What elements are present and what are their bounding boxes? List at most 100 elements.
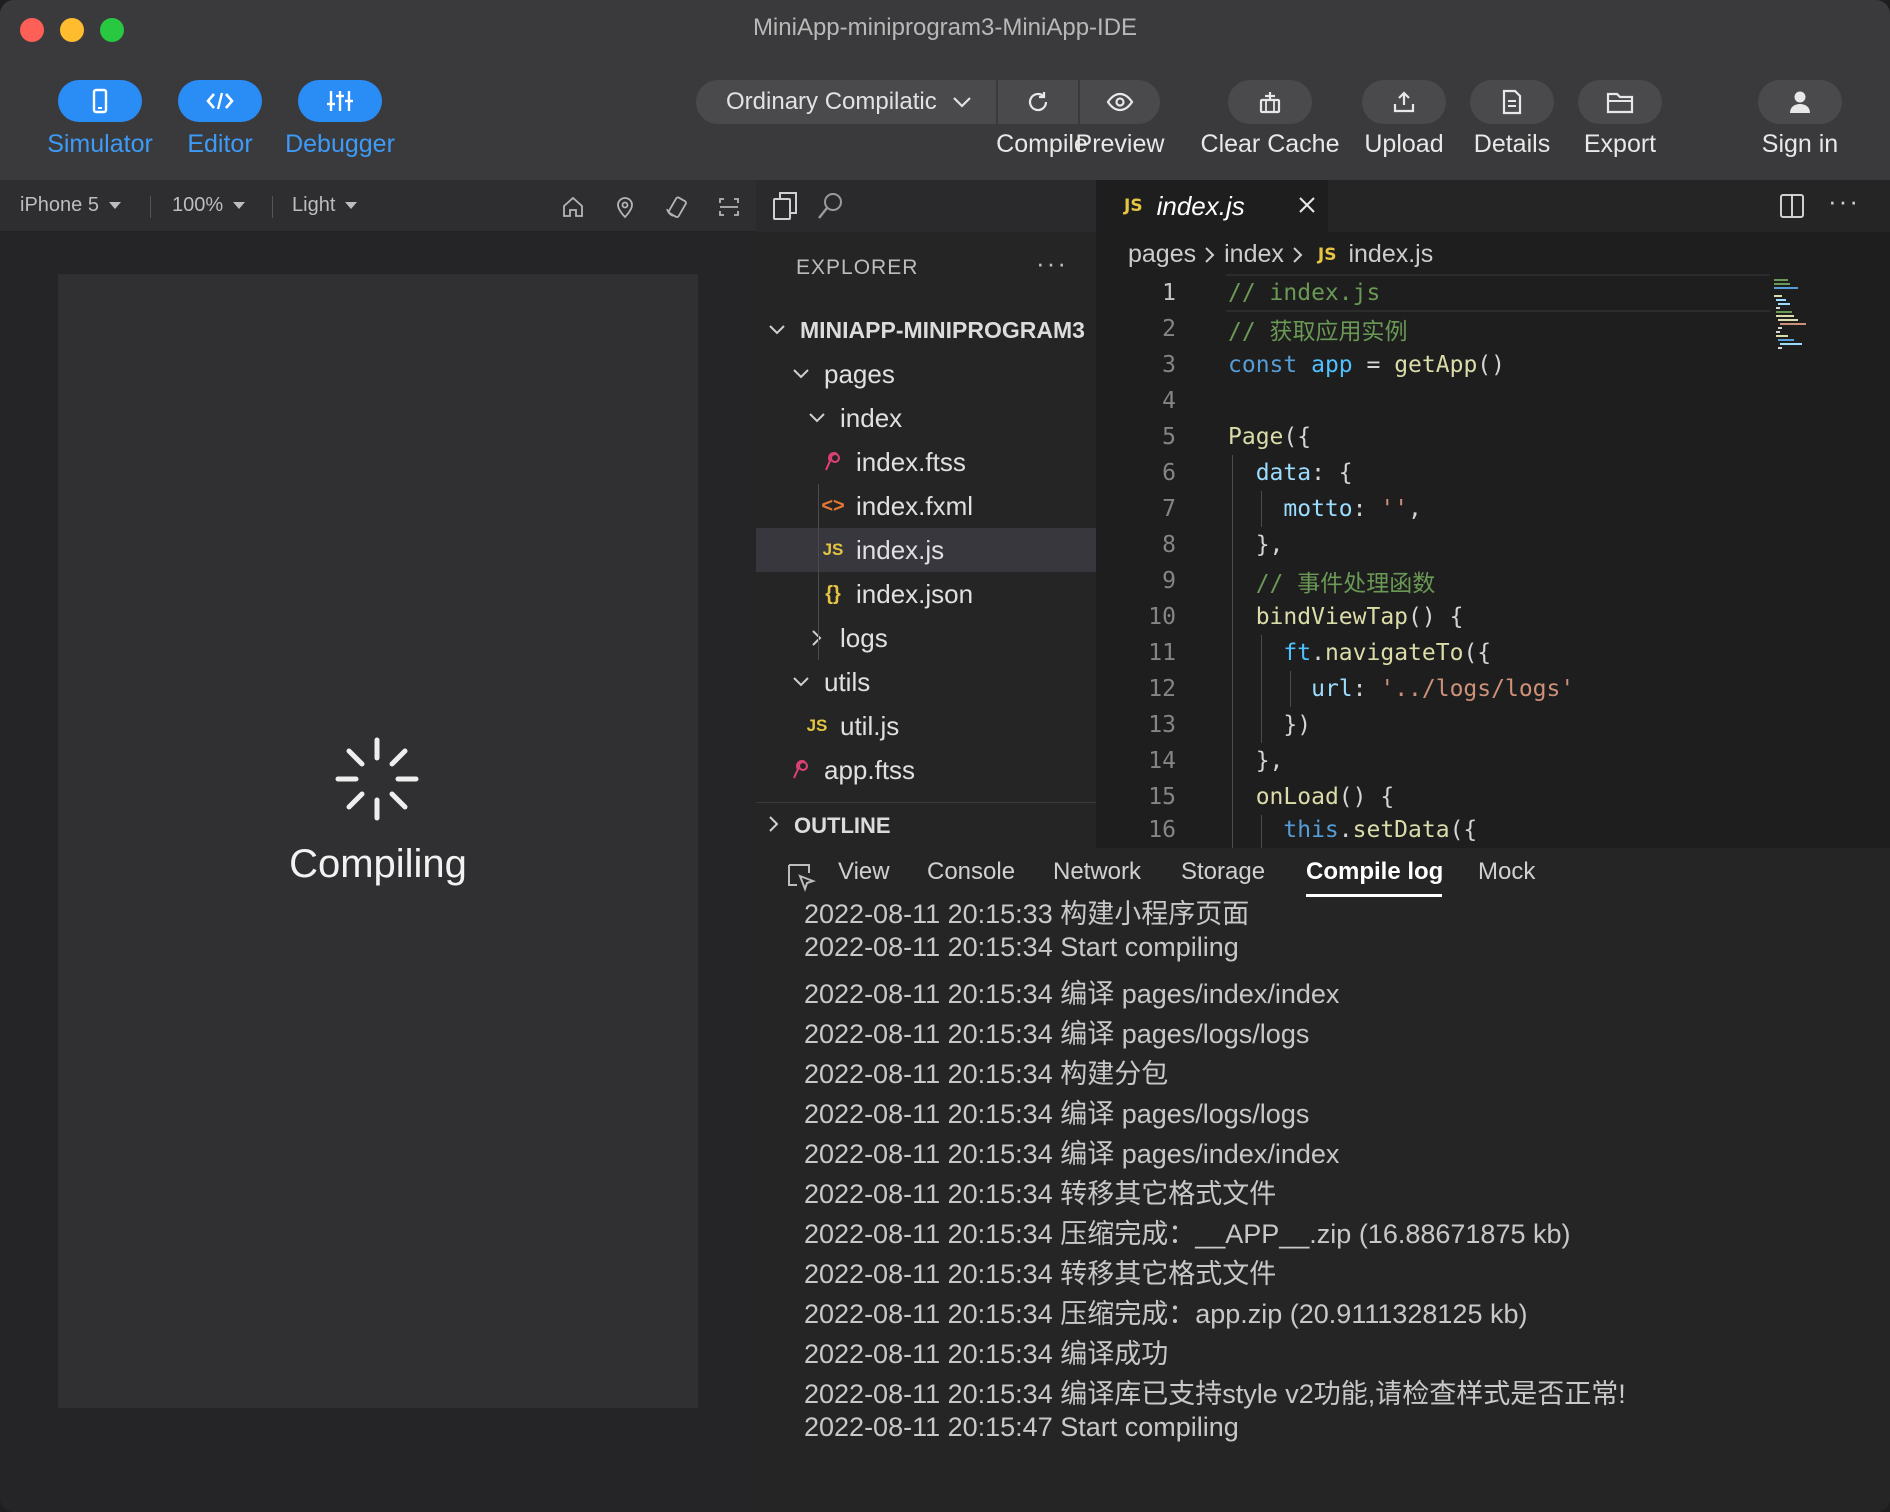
tab-storage[interactable]: Storage — [1181, 858, 1265, 886]
sign-in-label[interactable]: Sign in — [1740, 130, 1860, 159]
export-label[interactable]: Export — [1560, 130, 1680, 159]
code-line[interactable]: 6 data: { — [1096, 455, 1890, 491]
code-line[interactable]: 12 url: '../logs/logs' — [1096, 671, 1890, 707]
code-line[interactable]: 4 — [1096, 383, 1890, 419]
files-icon[interactable] — [770, 190, 800, 222]
clear-cache-label[interactable]: Clear Cache — [1190, 130, 1350, 159]
tab-view[interactable]: View — [838, 858, 890, 886]
line-number: 13 — [1148, 712, 1176, 738]
code-line[interactable]: 8 }, — [1096, 527, 1890, 563]
device-select[interactable]: iPhone 5 — [20, 194, 121, 217]
scan-icon[interactable] — [716, 194, 742, 220]
tree-item-label: util.js — [840, 710, 900, 741]
tab-index-js[interactable]: JS index.js — [1096, 180, 1328, 232]
zoom-select[interactable]: 100% — [172, 194, 246, 217]
code-line[interactable]: 10 bindViewTap() { — [1096, 599, 1890, 635]
editor-label[interactable]: Editor — [150, 130, 290, 159]
split-editor-icon[interactable] — [1778, 192, 1806, 220]
code-token: '' — [1380, 496, 1409, 522]
caret-down-icon — [233, 201, 246, 209]
upload-icon — [1393, 91, 1415, 113]
tree-item-index-ftss[interactable]: index.ftss — [756, 440, 1096, 484]
tab-mock[interactable]: Mock — [1478, 858, 1535, 886]
tree-item-utils[interactable]: utils — [756, 660, 1096, 704]
code-line[interactable]: 13 }) — [1096, 707, 1890, 743]
tree-item-pages[interactable]: pages — [756, 352, 1096, 396]
search-icon[interactable] — [816, 190, 846, 222]
code-line[interactable]: 1 // index.js — [1096, 275, 1890, 311]
simulator-toolbar: iPhone 5 100% Light — [0, 180, 756, 232]
code-line[interactable]: 14 }, — [1096, 743, 1890, 779]
minimap[interactable] — [1772, 278, 1832, 358]
rotate-device-icon[interactable] — [664, 194, 690, 220]
code-line[interactable]: 11 ft. navigateTo({ — [1096, 635, 1890, 671]
debugger-toggle-button[interactable] — [298, 80, 382, 122]
close-icon[interactable] — [1296, 194, 1318, 216]
theme-value: Light — [292, 194, 336, 216]
outline-section[interactable]: OUTLINE — [756, 802, 1096, 848]
code-line[interactable]: 15 onLoad() { — [1096, 779, 1890, 815]
editor-toggle-button[interactable] — [178, 80, 262, 122]
explorer-title: EXPLORER — [796, 256, 919, 279]
code-token: ({ — [1283, 424, 1312, 450]
compile-mode-select[interactable]: Ordinary Compilatic — [696, 80, 996, 124]
line-number: 10 — [1148, 604, 1176, 630]
code-token: bindViewTap — [1255, 604, 1409, 630]
js-file-icon: JS — [822, 540, 844, 559]
document-icon — [1502, 89, 1522, 115]
tab-network[interactable]: Network — [1053, 858, 1141, 886]
clear-cache-button[interactable] — [1228, 80, 1312, 124]
home-icon[interactable] — [560, 194, 586, 220]
inspect-element-icon[interactable] — [786, 862, 816, 892]
code-line[interactable]: 7 motto: '', — [1096, 491, 1890, 527]
code-line[interactable]: 16 this. setData({ — [1096, 812, 1890, 848]
tree-item-index-folder[interactable]: index — [756, 396, 1096, 440]
code-line[interactable]: 9 // 事件处理函数 — [1096, 563, 1890, 599]
code-icon — [206, 92, 234, 110]
upload-label[interactable]: Upload — [1344, 130, 1464, 159]
tree-item-index-fxml[interactable]: <> index.fxml — [756, 484, 1096, 528]
code-line[interactable]: 5 Page({ — [1096, 419, 1890, 455]
breadcrumb-item[interactable]: index — [1224, 240, 1284, 269]
tree-item-label: app.ftss — [824, 754, 916, 785]
preview-button[interactable] — [1080, 80, 1160, 124]
location-pin-icon[interactable] — [612, 194, 638, 220]
tree-item-index-json[interactable]: {} index.json — [756, 572, 1096, 616]
code-line[interactable]: 2 // 获取应用实例 — [1096, 311, 1890, 347]
code-line[interactable]: 3 const app = getApp() — [1096, 347, 1890, 383]
code-token: app — [1311, 352, 1353, 378]
tree-item-index-js[interactable]: JS index.js — [756, 528, 1096, 572]
more-icon[interactable]: ··· — [1036, 248, 1068, 279]
code-token: . — [1338, 817, 1353, 843]
code-token: }, — [1255, 532, 1284, 558]
caret-down-icon — [108, 201, 121, 209]
upload-button[interactable] — [1362, 80, 1446, 124]
sign-in-button[interactable] — [1758, 80, 1842, 124]
details-button[interactable] — [1470, 80, 1554, 124]
preview-label[interactable]: Preview — [1068, 130, 1172, 159]
tree-item-app-ftss[interactable]: app.ftss — [756, 748, 1096, 792]
tree-item-logs[interactable]: logs — [756, 616, 1096, 660]
folder-icon — [1606, 92, 1634, 114]
compile-button[interactable] — [998, 80, 1078, 124]
project-root[interactable]: MINIAPP-MINIPROGRAM3 — [756, 308, 1096, 352]
tab-compile-log[interactable]: Compile log — [1306, 858, 1443, 886]
tree-item-util-js[interactable]: JS util.js — [756, 704, 1096, 748]
breadcrumb-item[interactable]: pages — [1128, 240, 1196, 269]
debugger-label[interactable]: Debugger — [270, 130, 410, 159]
style-file-icon — [788, 759, 814, 781]
export-button[interactable] — [1578, 80, 1662, 124]
code-token: () — [1477, 352, 1505, 378]
theme-select[interactable]: Light — [292, 194, 358, 217]
phone-screen[interactable] — [58, 274, 698, 1408]
more-actions-icon[interactable]: ··· — [1828, 186, 1860, 217]
chevron-right-icon — [804, 629, 830, 647]
breadcrumb-item[interactable]: index.js — [1348, 240, 1433, 269]
log-line: 2022-08-11 20:15:34 构建分包 — [804, 1059, 1169, 1089]
indent-guide — [818, 484, 819, 660]
code-token: () { — [1408, 604, 1464, 630]
details-label[interactable]: Details — [1452, 130, 1572, 159]
simulator-toggle-button[interactable] — [58, 80, 142, 122]
tab-console[interactable]: Console — [927, 858, 1015, 886]
simulator-label[interactable]: Simulator — [30, 130, 170, 159]
